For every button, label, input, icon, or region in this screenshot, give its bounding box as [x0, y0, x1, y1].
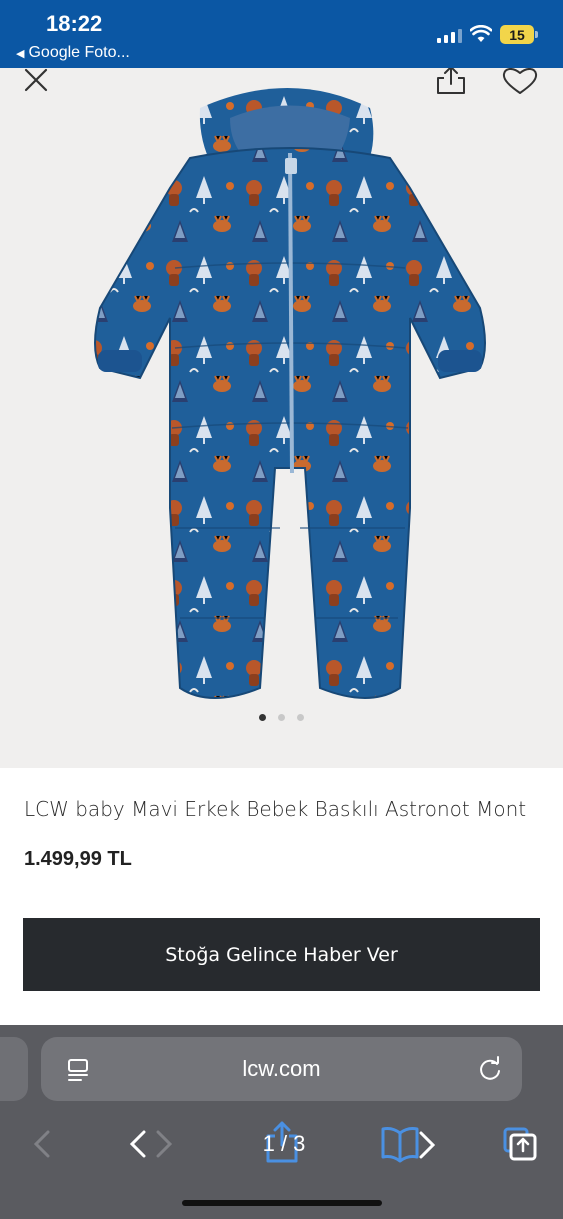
address-bar[interactable]: lcw.com — [41, 1037, 522, 1101]
back-arrow-icon[interactable] — [30, 1121, 54, 1167]
back-arrow-icon: ◀ — [16, 47, 25, 60]
battery-level: 15 — [509, 26, 525, 43]
back-app-label: Google Foto... — [28, 44, 130, 61]
notify-when-in-stock-button[interactable]: Stoğa Gelince Haber Ver — [23, 918, 540, 991]
product-image[interactable] — [80, 88, 500, 708]
carousel-dot[interactable] — [278, 714, 285, 721]
cellular-signal-icon — [437, 27, 462, 43]
back-to-app-link[interactable]: ◀ Google Foto... — [16, 44, 130, 62]
carousel-dot[interactable] — [259, 714, 266, 721]
close-icon[interactable] — [20, 68, 52, 96]
product-title: LCW baby Mavi Erkek Bebek Baskılı Astron… — [24, 797, 527, 821]
wifi-icon — [470, 25, 492, 42]
browser-chrome: lcw.com — [0, 1025, 563, 1219]
url-text[interactable]: lcw.com — [41, 1037, 522, 1101]
forward-arrow-icon[interactable] — [152, 1121, 176, 1167]
clock: 18:22 — [46, 11, 103, 36]
previous-tab-preview[interactable] — [0, 1037, 28, 1101]
product-price: 1.499,99 TL — [24, 848, 132, 870]
heart-icon[interactable] — [500, 68, 540, 96]
back-arrow-icon[interactable] — [126, 1121, 150, 1167]
carousel-dot[interactable] — [297, 714, 304, 721]
forward-arrow-icon[interactable] — [416, 1121, 438, 1167]
photo-page-indicator: 1 / 3 — [262, 1131, 306, 1156]
bookmarks-icon[interactable] — [380, 1121, 420, 1167]
reload-icon[interactable] — [477, 1056, 503, 1082]
battery-icon: 15 — [500, 25, 538, 44]
tabs-icon[interactable] — [500, 1121, 540, 1167]
carousel-dots[interactable] — [0, 714, 563, 721]
status-bar: 18:22 ◀ Google Foto... 15 — [0, 0, 563, 68]
product-gallery[interactable] — [0, 68, 563, 768]
home-indicator[interactable] — [182, 1200, 382, 1206]
